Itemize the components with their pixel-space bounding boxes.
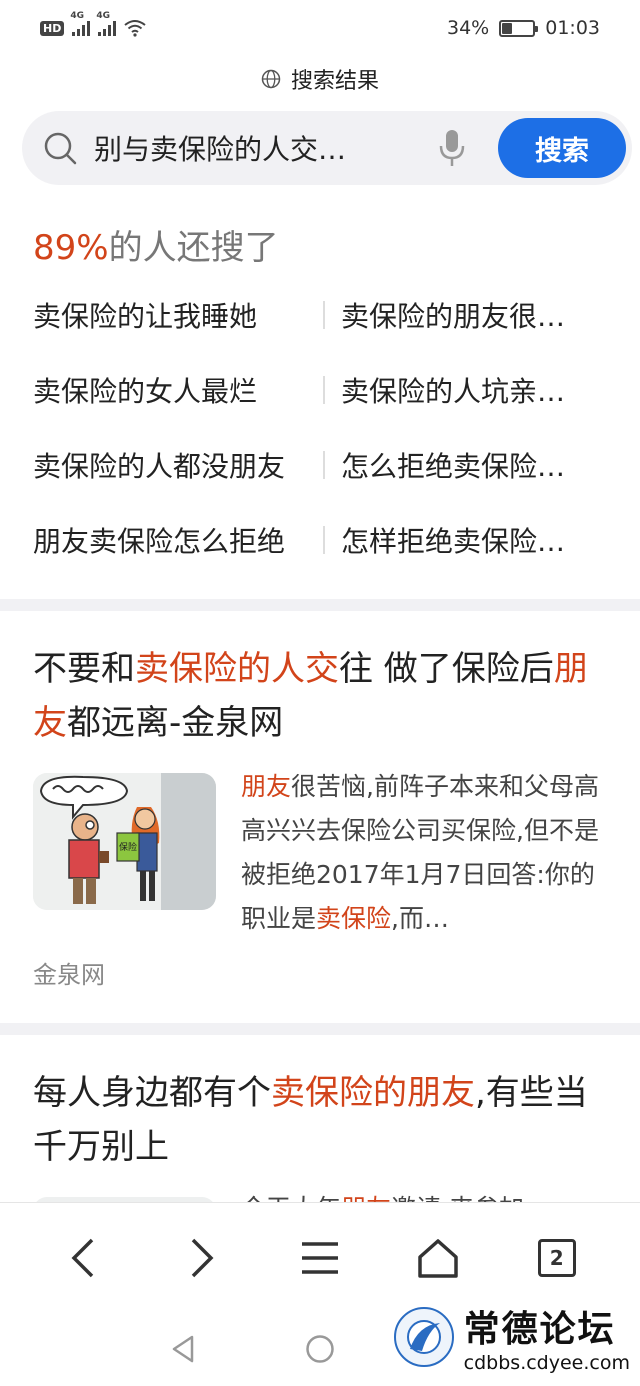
title-highlight: 卖保险的朋友 — [271, 1073, 475, 1113]
battery-percent: 34% — [447, 17, 490, 39]
title-text: 不要和 — [33, 649, 135, 689]
related-item[interactable]: 卖保险的女人最烂 — [33, 370, 323, 410]
system-back-icon[interactable] — [170, 1334, 196, 1364]
snippet-text: 今天大年 — [241, 1194, 341, 1202]
status-left: HD 4G 4G — [40, 11, 146, 37]
related-item[interactable]: 卖保险的人都没朋友 — [33, 445, 323, 485]
wifi-icon — [124, 20, 146, 37]
related-item[interactable]: 怎么拒绝卖保险… — [323, 445, 613, 485]
title-text: 都远离-金泉网 — [67, 703, 284, 743]
microphone-icon[interactable] — [436, 128, 468, 168]
watermark-text: 常德论坛 cdbbs.cdyee.com — [464, 1300, 630, 1374]
menu-button[interactable] — [290, 1228, 350, 1288]
result-title[interactable]: 不要和卖保险的人交往 做了保险后朋友都远离-金泉网 — [33, 642, 603, 750]
snippet-highlight: 朋友 — [341, 1194, 391, 1202]
clock: 01:03 — [545, 17, 600, 39]
globe-icon — [261, 69, 281, 89]
charging-icon: ⚡ — [513, 21, 522, 35]
title-text: 往 做了保险后 — [339, 649, 554, 689]
signal-icon-2: 4G — [96, 11, 117, 36]
tabs-button[interactable]: 2 — [527, 1228, 587, 1288]
result-title[interactable]: 每人身边都有个卖保险的朋友,有些当千万别上 — [33, 1066, 603, 1174]
browser-toolbar: 2 — [0, 1202, 640, 1312]
snippet-highlight: 朋友 — [241, 772, 292, 801]
search-button[interactable]: 搜索 — [498, 118, 626, 178]
result-snippet: 今天大年朋友邀请 来参加 — [241, 1187, 611, 1202]
watermark-title: 常德论坛 — [463, 1308, 616, 1350]
section-divider — [0, 1023, 640, 1035]
result-thumbnail[interactable]: 保险 — [33, 773, 216, 910]
page-title: 搜索结果 — [290, 69, 379, 94]
page-title-bar: 搜索结果 — [0, 62, 640, 96]
title-highlight: 卖保险的人交 — [135, 649, 339, 689]
snippet-text: 邀请 来参加 — [391, 1194, 524, 1202]
network-type-label: 4G — [70, 11, 84, 21]
related-row: 卖保险的让我睡她 卖保险的朋友很… — [33, 295, 613, 370]
snippet-text: ,而… — [391, 904, 449, 933]
search-result[interactable]: 不要和卖保险的人交往 做了保险后朋友都远离-金泉网 保险 朋友很苦恼,前阵子本来… — [0, 611, 640, 1023]
cartoon-illustration: 保险 — [33, 773, 216, 910]
search-result[interactable]: 每人身边都有个卖保险的朋友,有些当千万别上 今天大年朋友邀请 来参加 — [0, 1035, 640, 1202]
section-divider — [0, 599, 640, 611]
related-item[interactable]: 怎样拒绝卖保险… — [323, 520, 613, 560]
related-heading-text: 的人还搜了 — [108, 228, 279, 268]
watermark-url: cdbbs.cdyee.com — [463, 1352, 630, 1374]
forward-button[interactable] — [172, 1228, 232, 1288]
signal-icon: 4G — [70, 11, 91, 36]
battery-fill — [502, 22, 513, 34]
search-input[interactable]: 别与卖保险的人交… — [94, 128, 384, 168]
system-home-icon[interactable] — [305, 1334, 335, 1364]
battery-icon: ⚡ — [499, 19, 539, 37]
related-heading: 89%的人还搜了 — [33, 220, 279, 269]
forum-logo-icon — [393, 1307, 454, 1367]
result-snippet: 朋友很苦恼,前阵子本来和父母高高兴兴去保险公司买保险,但不是被拒绝2017年1月… — [241, 765, 611, 941]
back-button[interactable] — [53, 1228, 113, 1288]
hd-badge: HD — [40, 20, 65, 36]
search-bar[interactable]: 别与卖保险的人交… 搜索 — [22, 111, 632, 185]
related-row: 卖保险的人都没朋友 怎么拒绝卖保险… — [33, 445, 613, 520]
menu-icon — [301, 1241, 338, 1274]
status-right: 34% ⚡ 01:03 — [447, 17, 600, 39]
chevron-right-icon — [191, 1238, 214, 1277]
search-icon — [44, 132, 77, 165]
thumbnail-sign-text: 保险 — [119, 841, 137, 853]
home-button[interactable] — [408, 1228, 468, 1288]
related-item[interactable]: 朋友卖保险怎么拒绝 — [33, 520, 323, 560]
related-searches: 89%的人还搜了 卖保险的让我睡她 卖保险的朋友很… 卖保险的女人最烂 卖保险的… — [0, 210, 640, 590]
related-grid: 卖保险的让我睡她 卖保险的朋友很… 卖保险的女人最烂 卖保险的人坑亲… 卖保险的… — [33, 295, 613, 595]
tab-count: 2 — [537, 1238, 576, 1277]
result-source[interactable]: 金泉网 — [33, 955, 105, 990]
related-row: 朋友卖保险怎么拒绝 怎样拒绝卖保险… — [33, 520, 613, 595]
related-item[interactable]: 卖保险的人坑亲… — [323, 370, 613, 410]
chevron-left-icon — [71, 1238, 94, 1277]
related-row: 卖保险的女人最烂 卖保险的人坑亲… — [33, 370, 613, 445]
title-text: 每人身边都有个 — [33, 1073, 271, 1113]
snippet-highlight: 卖保险 — [316, 904, 392, 933]
related-item[interactable]: 卖保险的朋友很… — [323, 295, 613, 335]
status-bar: HD 4G 4G 34% ⚡ 01:03 — [0, 0, 640, 56]
related-percent: 89% — [33, 228, 109, 268]
watermark: 常德论坛 cdbbs.cdyee.com — [392, 1300, 630, 1374]
home-icon — [418, 1238, 459, 1278]
network-type-label-2: 4G — [96, 11, 110, 21]
related-item[interactable]: 卖保险的让我睡她 — [33, 295, 323, 335]
